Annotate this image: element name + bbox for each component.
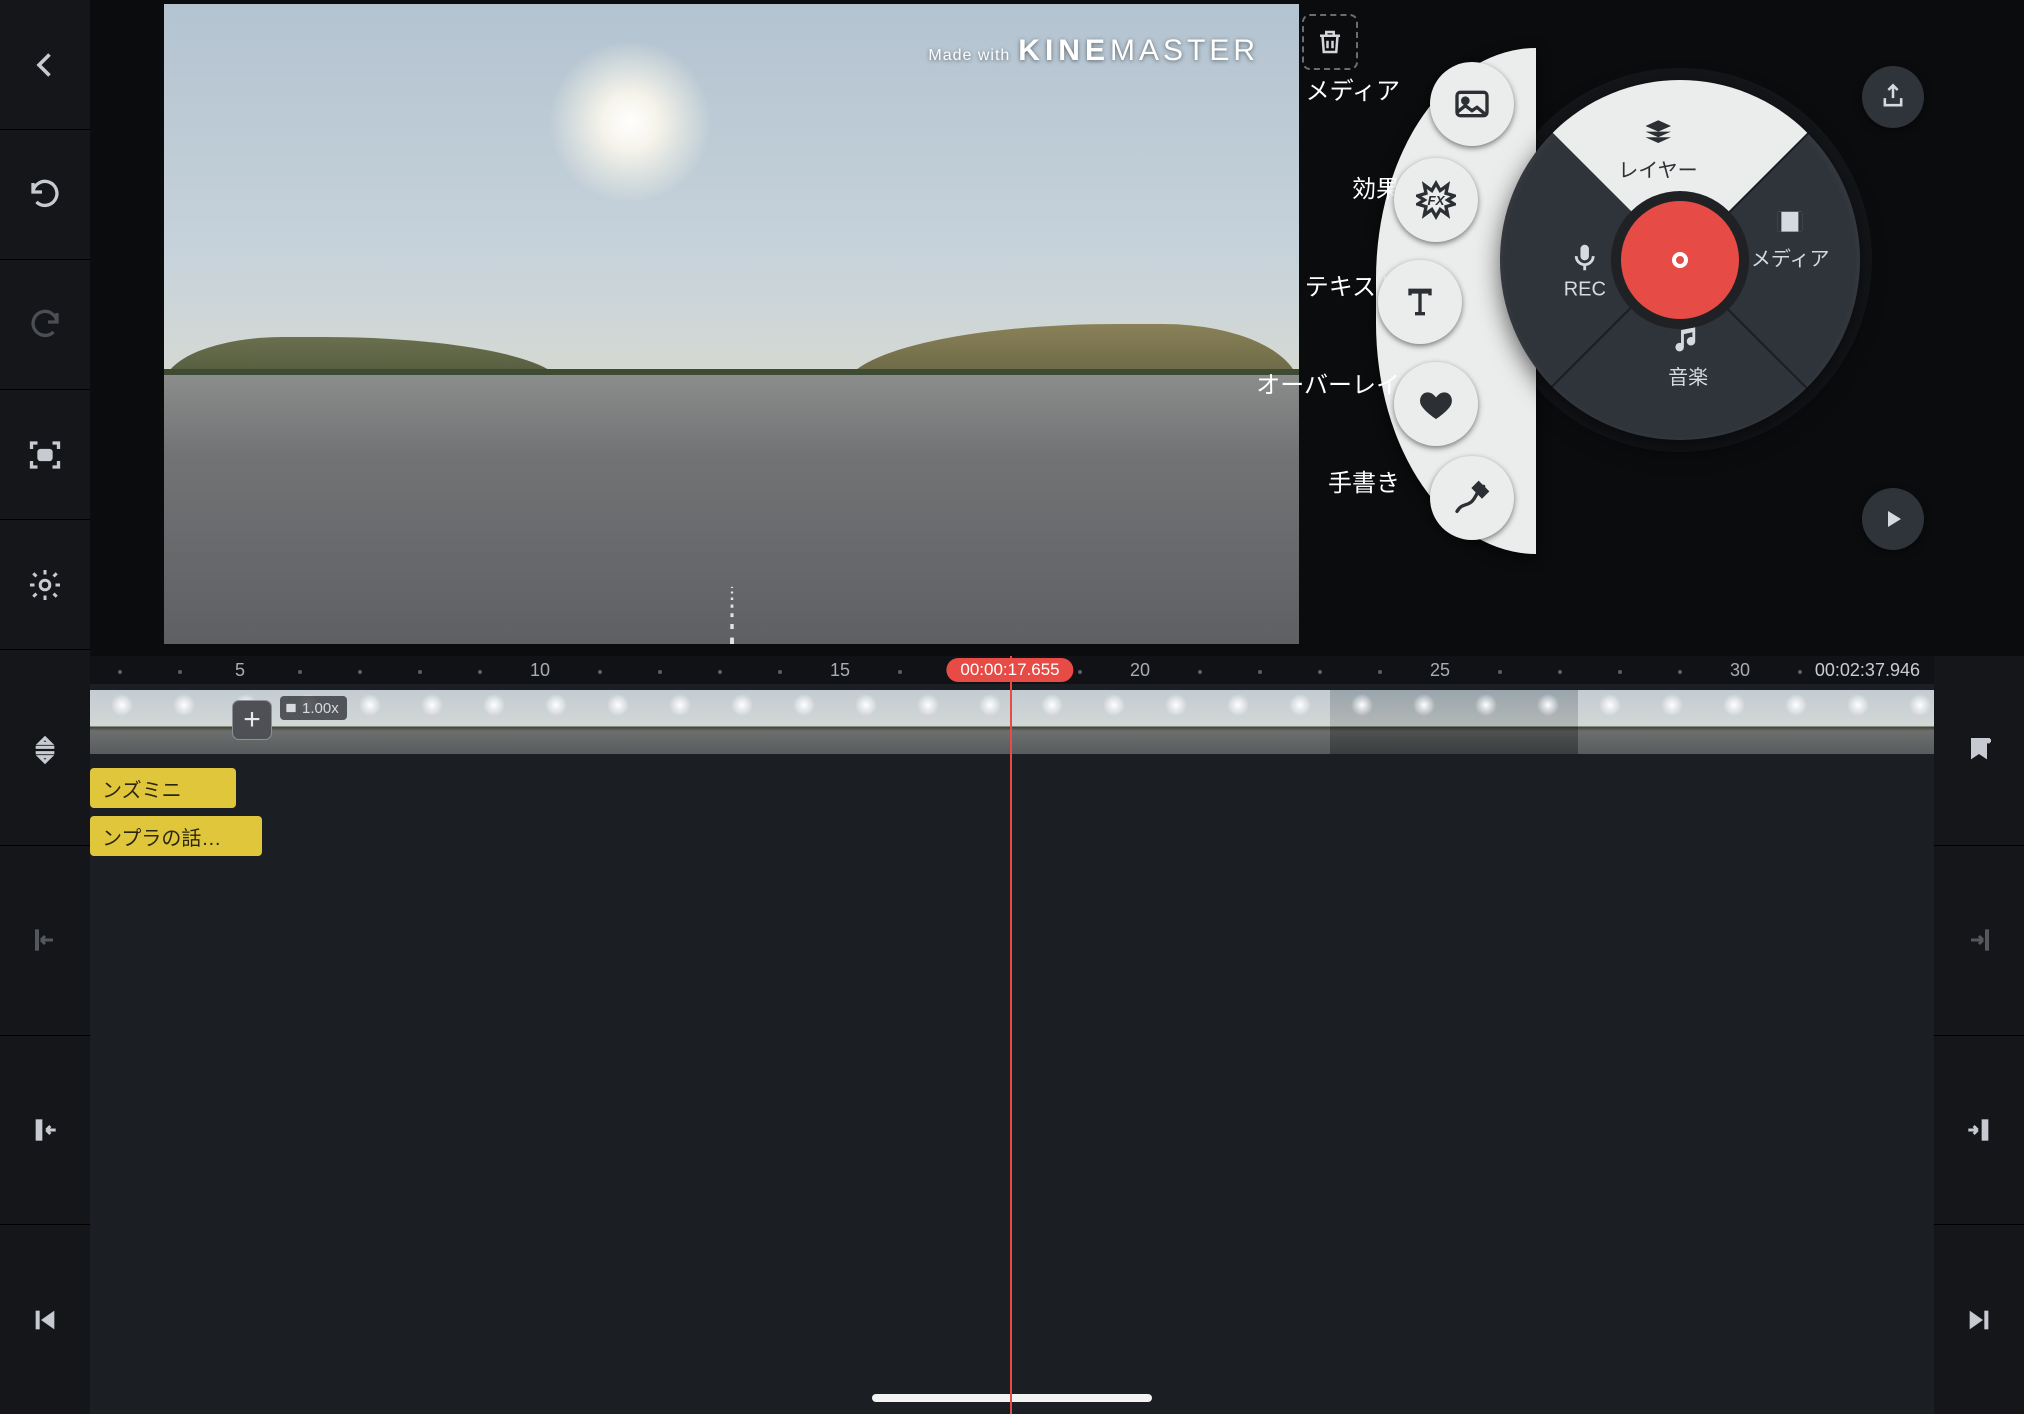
trash-dropzone[interactable] — [1302, 14, 1358, 70]
ruler-tick: 10 — [530, 660, 550, 681]
clip-thumbnail[interactable] — [338, 690, 400, 754]
export-button[interactable] — [1862, 66, 1924, 128]
back-button[interactable] — [0, 0, 90, 130]
layer-option-overlay[interactable] — [1394, 362, 1478, 446]
layer-submenu-labels: メディア 効果 テキスト オーバーレイ 手書き — [1250, 80, 1400, 496]
timeline-expand-button[interactable] — [0, 656, 90, 845]
clip-thumbnail[interactable] — [1020, 690, 1082, 754]
clip-thumbnail[interactable] — [772, 690, 834, 754]
clip-thumbnail[interactable] — [1640, 690, 1702, 754]
jump-start-button[interactable] — [0, 1224, 90, 1414]
playhead-time: 00:00:17.655 — [946, 658, 1073, 682]
action-wheel: メディア 音楽 REC レイヤー — [1500, 80, 1860, 440]
video-track[interactable]: + 1.00x — [90, 690, 1934, 754]
clip-thumbnail[interactable] — [1206, 690, 1268, 754]
clip-thumbnail[interactable] — [834, 690, 896, 754]
trim-end-button[interactable] — [1934, 1035, 2024, 1225]
undo-button[interactable] — [0, 130, 90, 260]
clip-thumbnail[interactable] — [586, 690, 648, 754]
preview-viewport[interactable]: Made withKINEMASTER — [164, 4, 1299, 644]
layer-clip[interactable]: ンプラの話… — [90, 816, 262, 856]
home-indicator — [872, 1394, 1152, 1402]
layer-option-label: オーバーレイ — [1250, 374, 1400, 398]
layer-option-label: 効果 — [1250, 178, 1400, 202]
clip-thumbnail[interactable] — [1826, 690, 1888, 754]
clip-speed-badge: 1.00x — [280, 696, 347, 720]
watermark: Made withKINEMASTER — [928, 34, 1259, 68]
playhead[interactable] — [1010, 656, 1012, 1414]
clip-thumbnail[interactable] — [1454, 690, 1516, 754]
timeline-tools-left — [0, 656, 90, 1414]
ruler-tick: 5 — [235, 660, 245, 681]
ruler-tick: 30 — [1730, 660, 1750, 681]
wheel-record-button[interactable] — [1621, 201, 1739, 319]
clip-thumbnail[interactable] — [90, 690, 152, 754]
clip-thumbnail[interactable] — [462, 690, 524, 754]
trim-start-button[interactable] — [0, 1035, 90, 1225]
ruler-tick: 15 — [830, 660, 850, 681]
clip-thumbnail[interactable] — [1268, 690, 1330, 754]
jump-prev-marker-button[interactable] — [0, 845, 90, 1035]
clip-thumbnail[interactable] — [1082, 690, 1144, 754]
layer-option-text[interactable] — [1378, 260, 1462, 344]
settings-button[interactable] — [0, 520, 90, 650]
clip-thumbnail[interactable] — [400, 690, 462, 754]
total-duration: 00:02:37.946 — [1815, 660, 1920, 681]
clip-thumbnail[interactable] — [1516, 690, 1578, 754]
ruler-tick: 20 — [1130, 660, 1150, 681]
play-button[interactable] — [1862, 488, 1924, 550]
layer-option-effect[interactable]: FX — [1394, 158, 1478, 242]
clip-thumbnail[interactable] — [152, 690, 214, 754]
clip-thumbnail[interactable] — [1392, 690, 1454, 754]
redo-button[interactable] — [0, 260, 90, 390]
clip-thumbnail[interactable] — [710, 690, 772, 754]
jump-next-marker-button[interactable] — [1934, 845, 2024, 1035]
clip-thumbnail[interactable] — [1702, 690, 1764, 754]
layer-option-label: メディア — [1250, 80, 1400, 104]
svg-text:FX: FX — [1427, 193, 1445, 208]
timeline[interactable]: 00:02:37.946 5 10 15 20 25 30 00:00:17.655 + … — [90, 656, 1934, 1414]
add-clip-button[interactable]: + — [232, 700, 272, 740]
layer-option-handwriting[interactable] — [1430, 456, 1514, 540]
clip-thumbnail[interactable] — [1578, 690, 1640, 754]
clip-thumbnail[interactable] — [1764, 690, 1826, 754]
clip-thumbnail[interactable] — [1330, 690, 1392, 754]
layer-option-label: 手書き — [1250, 472, 1400, 496]
capture-frame-button[interactable] — [0, 390, 90, 520]
layer-clip[interactable]: ンズミニ — [90, 768, 236, 808]
ruler-tick: 25 — [1430, 660, 1450, 681]
clip-thumbnail[interactable] — [1144, 690, 1206, 754]
clip-thumbnail[interactable] — [524, 690, 586, 754]
clip-thumbnail[interactable] — [648, 690, 710, 754]
add-marker-button[interactable] — [1934, 656, 2024, 845]
clip-thumbnail[interactable] — [896, 690, 958, 754]
jump-end-button[interactable] — [1934, 1224, 2024, 1414]
timeline-tools-right — [1934, 656, 2024, 1414]
